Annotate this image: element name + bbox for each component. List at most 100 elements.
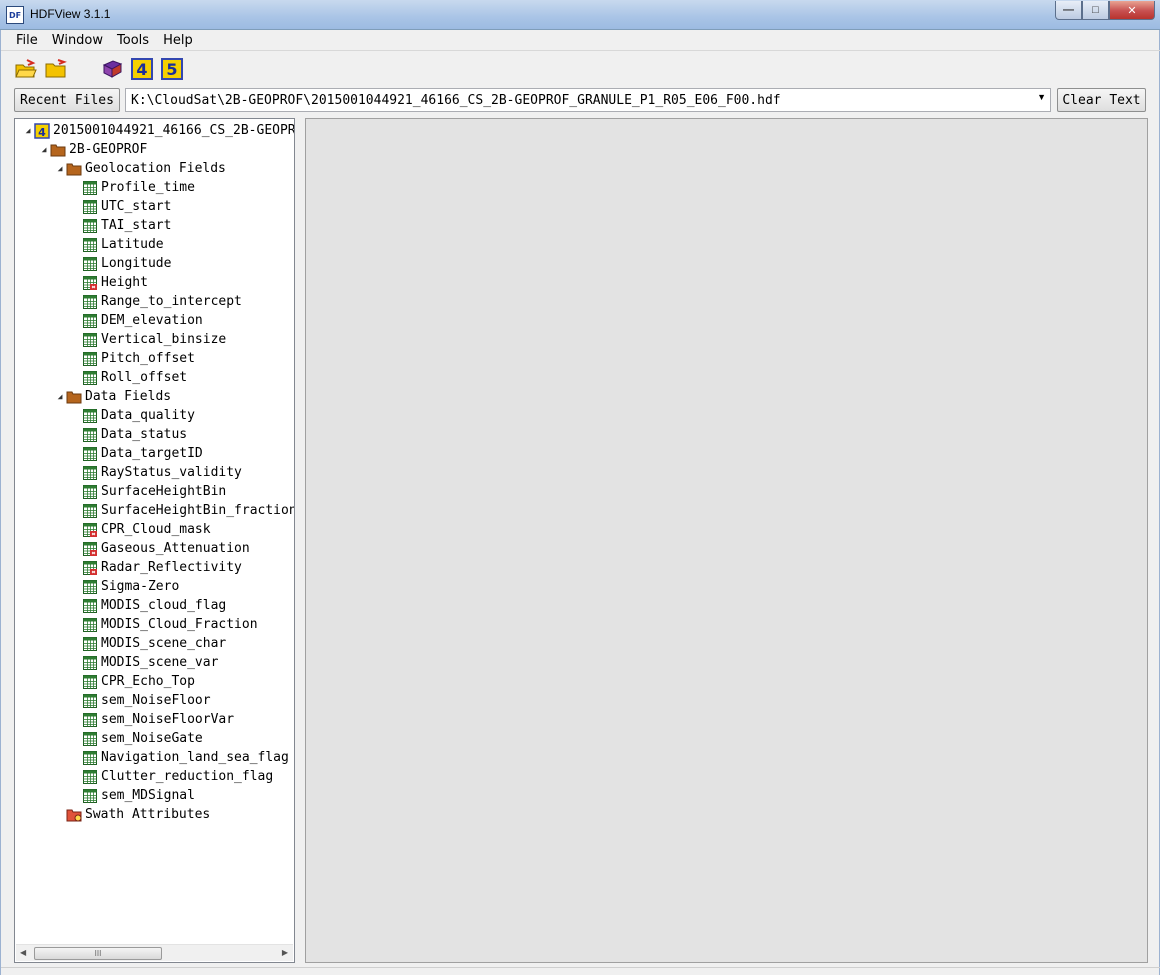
dataset-table-icon <box>83 693 97 708</box>
tree-dataset-item[interactable]: Sigma-Zero <box>82 577 179 596</box>
dataset-table-icon <box>83 503 97 518</box>
tree-dataset-label: Gaseous_Attenuation <box>101 541 250 556</box>
tree-dataset-label: Vertical_binsize <box>101 332 227 347</box>
collapse-icon[interactable]: ◢ <box>55 392 65 401</box>
scroll-left-icon[interactable]: ◀ <box>20 948 26 957</box>
tree-dataset-item[interactable]: sem_NoiseFloorVar <box>82 710 234 729</box>
recent-files-button[interactable]: Recent Files <box>14 88 120 112</box>
tree-swath-group[interactable]: ◢ 2B-GEOPROF <box>39 140 148 159</box>
scroll-thumb[interactable]: III <box>34 947 162 960</box>
tree-dataset-label: Sigma-Zero <box>101 579 180 594</box>
tree-dataset-label: MODIS_Cloud_Fraction <box>101 617 258 632</box>
file-tree-panel[interactable]: ◢ 4 2015001044921_46166_CS_2B-GEOPROF_GR… <box>14 118 295 963</box>
tree-dataset-item[interactable]: Gaseous_Attenuation <box>82 539 250 558</box>
tree-dataset-label: Profile_time <box>101 180 195 195</box>
open-folder-icon <box>45 59 67 78</box>
tree-dataset-item[interactable]: Roll_offset <box>82 368 187 387</box>
tree-dataset-item[interactable]: MODIS_scene_char <box>82 634 226 653</box>
tree-dataset-item[interactable]: Range_to_intercept <box>82 292 242 311</box>
folder-icon <box>50 144 66 156</box>
hdf5-label: 5 <box>166 60 177 79</box>
open-folder-button[interactable] <box>43 57 69 81</box>
scroll-right-icon[interactable]: ▶ <box>282 948 288 957</box>
tree-dataset-item[interactable]: Radar_Reflectivity <box>82 558 242 577</box>
close-button[interactable]: ✕ <box>1109 1 1155 20</box>
dataset-table-icon <box>83 218 97 233</box>
tree-dataset-label: Height <box>101 275 148 290</box>
tree-dataset-item[interactable]: UTC_start <box>82 197 171 216</box>
tree-dataset-item[interactable]: TAI_start <box>82 216 171 235</box>
menu-help[interactable]: Help <box>156 33 200 48</box>
tree-dataset-item[interactable]: CPR_Cloud_mask <box>82 520 211 539</box>
minimize-button[interactable]: — <box>1055 1 1082 20</box>
help-book-icon <box>102 60 123 78</box>
tree-dataset-item[interactable]: Height <box>82 273 148 292</box>
tree-dataset-item[interactable]: Profile_time <box>82 178 195 197</box>
tree-dataset-label: SurfaceHeightBin <box>101 484 227 499</box>
dataset-table-icon <box>83 598 97 613</box>
tree-dataset-item[interactable]: SurfaceHeightBin_fraction <box>82 501 294 520</box>
dataset-table-icon <box>83 294 97 309</box>
tree-dataset-label: MODIS_cloud_flag <box>101 598 227 613</box>
tree-dataset-label: sem_NoiseFloorVar <box>101 712 235 727</box>
file-path-combo[interactable]: K:\CloudSat\2B-GEOPROF\2015001044921_461… <box>125 88 1051 112</box>
tree-dataset-item[interactable]: Latitude <box>82 235 164 254</box>
file-path-text[interactable]: K:\CloudSat\2B-GEOPROF\2015001044921_461… <box>131 93 781 108</box>
maximize-button[interactable]: □ <box>1082 1 1109 20</box>
tree-dataset-item[interactable]: sem_NoiseFloor <box>82 691 211 710</box>
tree-dataset-label: Navigation_land_sea_flag <box>101 750 289 765</box>
tree-dataset-item[interactable]: Data_status <box>82 425 187 444</box>
tree-dataset-label: Data_status <box>101 427 188 442</box>
combo-dropdown-icon[interactable]: ▼ <box>1037 92 1046 102</box>
dataset-table-icon <box>83 655 97 670</box>
tree-dataset-item[interactable]: Clutter_reduction_flag <box>82 767 273 786</box>
dataset-table-icon <box>83 427 97 442</box>
tree-dataset-item[interactable]: sem_NoiseGate <box>82 729 203 748</box>
menu-window[interactable]: Window <box>45 33 110 48</box>
tree-dataset-item[interactable]: MODIS_cloud_flag <box>82 596 226 615</box>
title-bar[interactable]: DF HDFView 3.1.1 — □ ✕ <box>0 0 1160 30</box>
tree-horizontal-scrollbar[interactable]: ◀ III ▶ <box>16 944 293 961</box>
tree-dataset-item[interactable]: CPR_Echo_Top <box>82 672 195 691</box>
tree-dataset-item[interactable]: RayStatus_validity <box>82 463 242 482</box>
tree-dataset-item[interactable]: Longitude <box>82 254 171 273</box>
status-separator <box>1 967 1160 968</box>
tree-root-file[interactable]: ◢ 4 2015001044921_46166_CS_2B-GEOPROF_GR… <box>23 121 294 140</box>
menu-tools[interactable]: Tools <box>110 33 156 48</box>
dataset-table-icon <box>83 256 97 271</box>
collapse-icon[interactable]: ◢ <box>23 126 33 135</box>
tree-dataset-label: Data_quality <box>101 408 195 423</box>
dataset-table-icon <box>83 617 97 632</box>
hdf4-library-button[interactable]: 4 <box>129 57 155 81</box>
tree-geolocation-group[interactable]: ◢ Geolocation Fields <box>55 159 226 178</box>
tree-dataset-item[interactable]: Pitch_offset <box>82 349 195 368</box>
tree-attributes-label: Swath Attributes <box>85 807 211 822</box>
tree-dataset-item[interactable]: Vertical_binsize <box>82 330 226 349</box>
tree-dataset-item[interactable]: Navigation_land_sea_flag <box>82 748 289 767</box>
clear-text-button[interactable]: Clear Text <box>1057 88 1146 112</box>
tree-dataset-item[interactable]: DEM_elevation <box>82 311 203 330</box>
tree-data-group[interactable]: ◢ Data Fields <box>55 387 172 406</box>
tree-dataset-item[interactable]: Data_targetID <box>82 444 203 463</box>
tree-swath-attributes[interactable]: Swath Attributes <box>66 805 210 824</box>
dataset-table-icon <box>83 731 97 746</box>
data-content-area[interactable] <box>305 118 1148 963</box>
folder-icon <box>66 163 82 175</box>
collapse-icon[interactable]: ◢ <box>55 164 65 173</box>
toolbar: 4 5 <box>13 56 189 82</box>
tree-dataset-item[interactable]: sem_MDSignal <box>82 786 195 805</box>
tree-dataset-label: MODIS_scene_char <box>101 636 227 651</box>
dataset-table-icon <box>83 313 97 328</box>
help-button[interactable] <box>99 57 125 81</box>
tree-dataset-item[interactable]: SurfaceHeightBin <box>82 482 226 501</box>
tree-dataset-item[interactable]: Data_quality <box>82 406 195 425</box>
hdf5-library-button[interactable]: 5 <box>159 57 185 81</box>
tree-dataset-label: TAI_start <box>101 218 172 233</box>
tree-dataset-item[interactable]: MODIS_Cloud_Fraction <box>82 615 258 634</box>
menu-file[interactable]: File <box>9 33 45 48</box>
open-file-button[interactable] <box>13 57 39 81</box>
collapse-icon[interactable]: ◢ <box>39 145 49 154</box>
tree-dataset-item[interactable]: MODIS_scene_var <box>82 653 218 672</box>
close-icon: ✕ <box>1127 4 1137 17</box>
tree-dataset-label: Data_targetID <box>101 446 203 461</box>
